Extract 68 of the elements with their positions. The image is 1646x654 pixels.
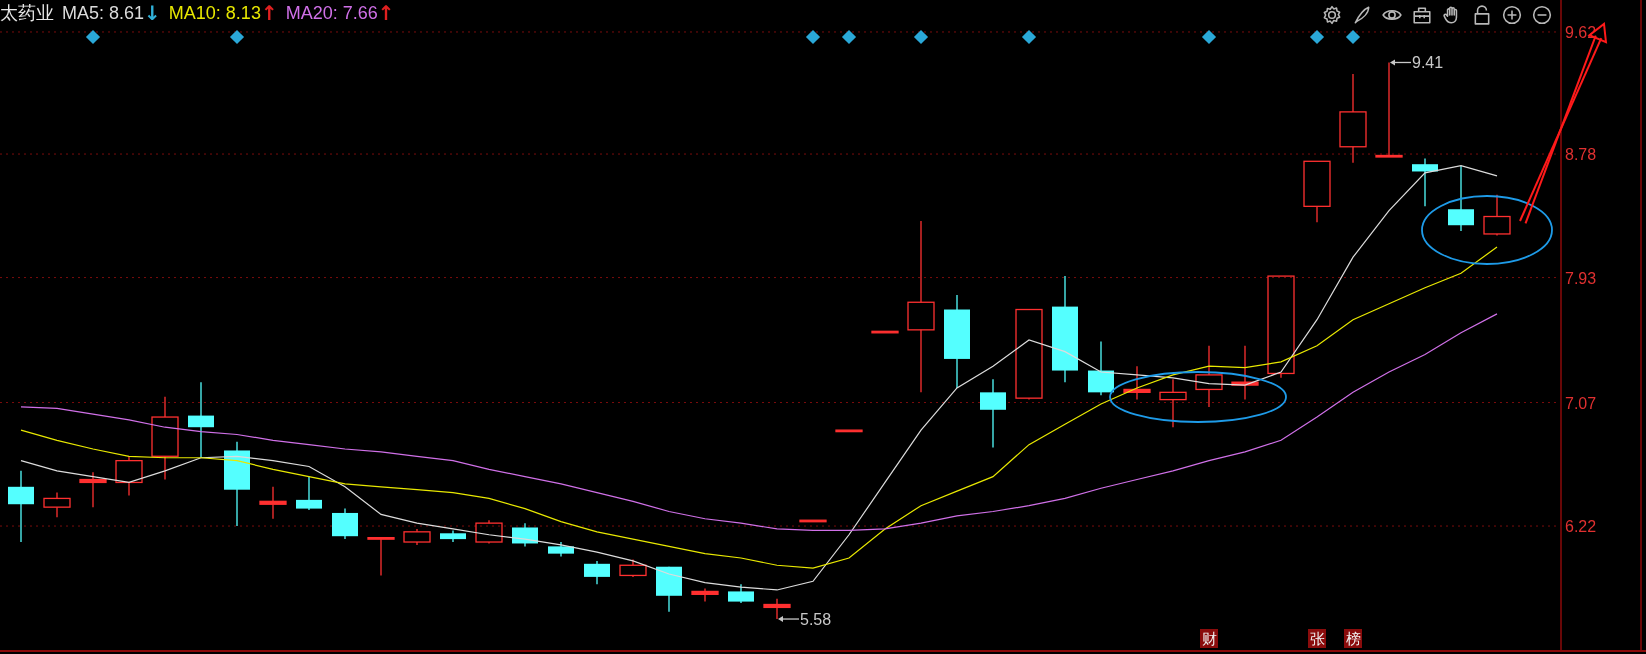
candlestick <box>296 476 322 511</box>
event-tag[interactable]: 榜 <box>1344 629 1362 648</box>
candlestick <box>115 455 143 497</box>
axis-label: 6.22 <box>1565 518 1597 536</box>
candlestick <box>763 598 791 620</box>
annotation: 9.41 <box>1412 54 1444 72</box>
diamond-icon[interactable] <box>841 29 857 45</box>
candlestick <box>512 522 538 548</box>
candlestick <box>980 378 1006 449</box>
candlestick <box>1159 378 1187 428</box>
ma-value: 7.66 <box>342 2 378 24</box>
price-callout: 5.58 <box>778 611 832 629</box>
candlestick <box>475 519 503 545</box>
candlestick <box>79 471 107 508</box>
axis-label: 9.62 <box>1565 23 1597 41</box>
candlestick <box>1412 157 1438 207</box>
axis-label: 7.93 <box>1565 269 1597 287</box>
settings-icon[interactable] <box>1322 5 1342 25</box>
event-tag[interactable]: 财 <box>1200 629 1218 648</box>
diamond-icon[interactable] <box>1345 29 1361 45</box>
candlestick <box>656 566 682 613</box>
candlestick <box>1231 345 1259 401</box>
candlestick <box>367 537 395 577</box>
event-tag[interactable]: 张 <box>1308 629 1326 648</box>
trend-arrow: ↑ <box>260 2 278 24</box>
axis-label: 8.78 <box>1565 146 1597 164</box>
ma-label: MA5: <box>62 2 104 24</box>
trend-arrow: ↑ <box>377 2 395 24</box>
unlock-icon[interactable] <box>1472 5 1492 25</box>
candlestick <box>332 507 358 540</box>
annotation: 5.58 <box>800 611 832 629</box>
ma-label: MA10: <box>168 2 221 24</box>
trend-arrow: ↓ <box>144 2 161 24</box>
candlestick <box>1303 160 1331 223</box>
axis-label: 7.07 <box>1565 394 1597 412</box>
diamond-icon[interactable] <box>1021 29 1037 45</box>
candlestick <box>619 558 647 578</box>
candlestick <box>799 519 827 523</box>
candlestick <box>871 330 899 334</box>
candlestick <box>691 587 719 603</box>
diamond-icon[interactable] <box>805 29 821 45</box>
diamond-icon[interactable] <box>229 29 245 45</box>
zoom-out-icon[interactable] <box>1532 5 1552 25</box>
ma-value: 8.13 <box>225 2 261 24</box>
candlestick <box>440 529 466 543</box>
zoom-in-icon[interactable] <box>1502 5 1522 25</box>
diamond-icon[interactable] <box>1201 29 1217 45</box>
diamond-icon[interactable] <box>85 29 101 45</box>
candlestick <box>1448 165 1474 232</box>
candlestick <box>403 528 431 546</box>
ma-value: 8.61 <box>109 2 145 24</box>
ma-label: MA20: <box>285 2 338 24</box>
price-callout: 9.41 <box>1390 54 1444 72</box>
diamond-icon[interactable] <box>1309 29 1325 45</box>
toolbox-icon[interactable] <box>1412 5 1432 25</box>
candlestick <box>1483 194 1511 237</box>
candlestick <box>584 560 610 585</box>
candlestick <box>1195 345 1223 408</box>
stock-name: 太药业 <box>0 2 54 24</box>
candlestick <box>259 486 287 520</box>
diamond-icon[interactable] <box>913 29 929 45</box>
candlestick <box>548 541 574 558</box>
candlestick <box>728 583 754 604</box>
candlestick <box>43 491 71 518</box>
candlestick <box>1088 340 1114 396</box>
candlestick <box>1123 365 1151 401</box>
candlestick <box>835 429 863 433</box>
pen-icon[interactable] <box>1352 5 1372 25</box>
